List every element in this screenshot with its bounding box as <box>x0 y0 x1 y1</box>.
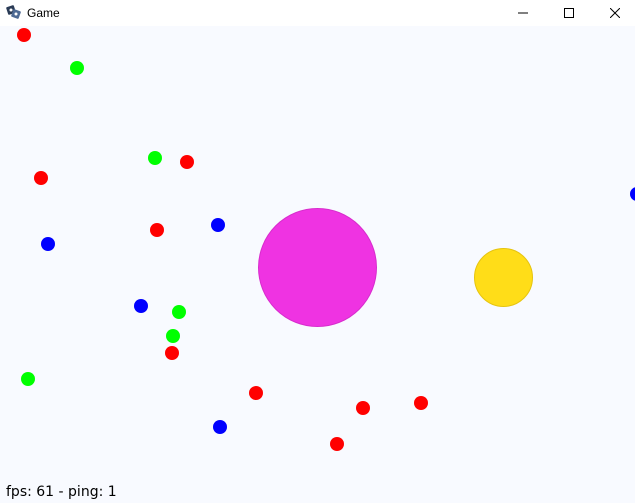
window-title: Game <box>27 6 60 20</box>
food-pellet <box>630 187 635 201</box>
food-pellet <box>34 171 48 185</box>
title-bar[interactable]: Game <box>0 0 635 26</box>
food-pellet <box>180 155 194 169</box>
food-pellet <box>148 151 162 165</box>
close-button[interactable] <box>592 0 635 26</box>
food-pellet <box>21 372 35 386</box>
food-pellet <box>70 61 84 75</box>
food-pellet <box>165 346 179 360</box>
food-pellet <box>330 437 344 451</box>
food-pellet <box>249 386 263 400</box>
food-pellet <box>134 299 148 313</box>
minimize-icon <box>518 8 528 18</box>
food-pellet <box>17 28 31 42</box>
food-pellet <box>414 396 428 410</box>
food-pellet <box>211 218 225 232</box>
maximize-icon <box>564 8 574 18</box>
game-controller-icon <box>6 4 22 20</box>
game-canvas[interactable] <box>0 26 635 503</box>
close-icon <box>610 8 620 18</box>
player-blob <box>258 208 377 327</box>
food-pellet <box>213 420 227 434</box>
food-pellet <box>356 401 370 415</box>
food-pellet <box>166 329 180 343</box>
fps-ping-readout: fps: 61 - ping: 1 <box>6 484 117 500</box>
maximize-button[interactable] <box>546 0 592 26</box>
food-pellet <box>172 305 186 319</box>
food-pellet <box>150 223 164 237</box>
game-window: Game fps: 61 - ping: 1 <box>0 0 635 503</box>
minimize-button[interactable] <box>500 0 546 26</box>
big-yellow-blob <box>474 248 533 307</box>
food-pellet <box>41 237 55 251</box>
